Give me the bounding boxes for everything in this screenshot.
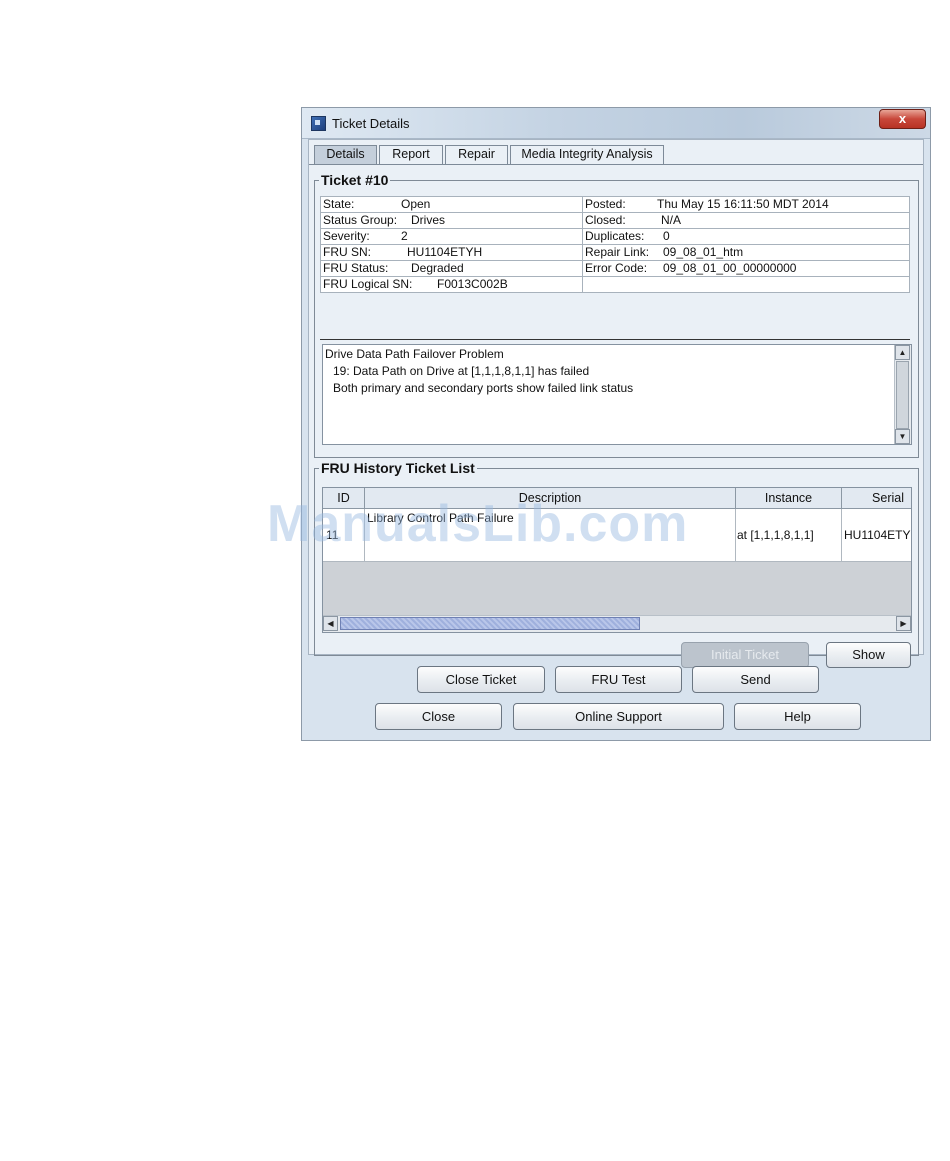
info-value: F0013C002B (437, 277, 508, 291)
send-button[interactable]: Send (692, 666, 819, 693)
column-header-serial[interactable]: Serial (842, 488, 911, 508)
message-line: Drive Data Path Failover Problem (325, 347, 504, 361)
info-label: Severity: (323, 229, 370, 243)
close-ticket-button[interactable]: Close Ticket (417, 666, 545, 693)
info-row: FRU SN: HU1104ETYH Repair Link: 09_08_01_h… (320, 244, 910, 261)
info-cell-left: FRU Logical SN: F0013C002B (320, 276, 583, 293)
info-cell-right: Closed: N/A (582, 212, 910, 229)
info-label: Posted: (585, 197, 626, 211)
fru-test-button[interactable]: FRU Test (555, 666, 682, 693)
info-cell-right (582, 276, 910, 293)
tab-details[interactable]: Details (314, 145, 377, 164)
fru-horizontal-scrollbar[interactable]: ◀ ▶ (323, 615, 911, 632)
info-label: Closed: (585, 213, 626, 227)
help-button[interactable]: Help (734, 703, 861, 730)
info-value: Open (401, 197, 431, 211)
cell-instance: at [1,1,1,8,1,1] (736, 509, 842, 561)
info-row: State: Open Posted: Thu May 15 16:11:50 MD… (320, 196, 910, 213)
scroll-down-arrow-icon[interactable]: ▼ (895, 429, 910, 444)
info-label: FRU Logical SN: (323, 277, 413, 291)
vertical-scroll-thumb[interactable] (896, 361, 909, 429)
column-header-instance[interactable]: Instance (736, 488, 842, 508)
info-value: 0 (663, 229, 670, 243)
info-value: 09_08_01_00_00000000 (663, 261, 797, 275)
info-value: N/A (661, 213, 682, 227)
info-label: Status Group: (323, 213, 398, 227)
info-cell-left: Status Group: Drives (320, 212, 583, 229)
info-label: State: (323, 197, 355, 211)
title-bar[interactable]: Ticket Details x (302, 108, 930, 139)
info-value: 2 (401, 229, 408, 243)
ticket-info-table: State: Open Posted: Thu May 15 16:11:50 MD… (320, 196, 910, 293)
show-button[interactable]: Show (826, 642, 911, 668)
info-row: Status Group: Drives Closed: N/A (320, 212, 910, 229)
cell-serial: HU1104ETY (844, 528, 911, 542)
info-value: HU1104ETYH (407, 245, 483, 259)
info-cell-left: FRU Status: Degraded (320, 260, 583, 277)
info-cell-right: Repair Link: 09_08_01_htm (582, 244, 910, 261)
info-value: Drives (411, 213, 446, 227)
online-support-button[interactable]: Online Support (513, 703, 724, 730)
info-cell-right: Posted: Thu May 15 16:11:50 MDT 2014 (582, 196, 910, 213)
initial-ticket-button[interactable]: Initial Ticket (681, 642, 809, 668)
info-cell-left: Severity: 2 (320, 228, 583, 245)
info-cell-left: State: Open (320, 196, 583, 213)
info-value: Degraded (411, 261, 464, 275)
ticket-group-title: Ticket #10 (319, 172, 391, 188)
tab-media-integrity-analysis[interactable]: Media Integrity Analysis (510, 145, 664, 164)
info-cell-right: Duplicates: 0 (582, 228, 910, 245)
info-label: FRU Status: (323, 261, 389, 275)
message-line: Both primary and secondary ports show fa… (333, 381, 634, 395)
tab-panel: Details Report Repair Media Integrity An… (308, 139, 924, 668)
ticket-details-window: Ticket Details x Details Report Repair M… (301, 107, 931, 741)
description-vertical-scrollbar[interactable]: ▲ ▼ (894, 345, 911, 444)
info-table-bottom-rule (320, 339, 910, 343)
tab-divider (309, 164, 923, 165)
info-row: FRU Status: Degraded Error Code: 09_08_01_… (320, 260, 910, 277)
app-icon (311, 116, 326, 131)
close-button[interactable]: Close (375, 703, 502, 730)
info-label: FRU SN: (323, 245, 371, 259)
window-close-button[interactable]: x (879, 109, 926, 129)
info-label: Repair Link: (585, 245, 650, 259)
problem-description-box[interactable]: Drive Data Path Failover Problem 19: Dat… (322, 344, 912, 445)
info-row: Severity: 2 Duplicates: 0 (320, 228, 910, 245)
scroll-up-arrow-icon[interactable]: ▲ (895, 345, 910, 360)
info-row: FRU Logical SN: F0013C002B (320, 276, 910, 293)
window-title: Ticket Details (332, 116, 410, 131)
info-label: Error Code: (585, 261, 648, 275)
scroll-left-arrow-icon[interactable]: ◀ (323, 616, 338, 631)
horizontal-scroll-thumb[interactable] (340, 617, 640, 630)
ticket-group: Ticket #10 State: Open Posted: Thu May 15 … (314, 172, 919, 458)
info-cell-left: FRU SN: HU1104ETYH (320, 244, 583, 261)
tab-report[interactable]: Report (379, 145, 443, 164)
info-value: 09_08_01_htm (663, 245, 744, 259)
info-cell-right: Error Code: 09_08_01_00_00000000 (582, 260, 910, 277)
info-label: Duplicates: (585, 229, 645, 243)
fru-history-group-title: FRU History Ticket List (319, 460, 477, 476)
info-value: Thu May 15 16:11:50 MDT 2014 (657, 197, 829, 211)
watermark: ManualsLib.com (267, 495, 689, 553)
message-line: 19: Data Path on Drive at [1,1,1,8,1,1] … (333, 364, 590, 378)
scroll-right-arrow-icon[interactable]: ▶ (896, 616, 911, 631)
tab-repair[interactable]: Repair (445, 145, 508, 164)
